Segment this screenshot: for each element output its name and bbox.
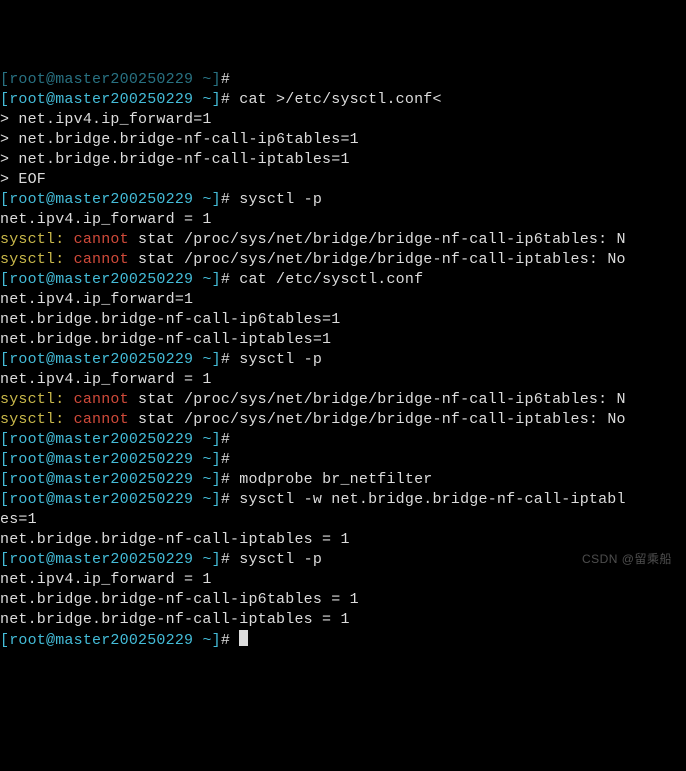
heredoc-line: > net.bridge.bridge-nf-call-ip6tables=1 — [0, 131, 359, 148]
output-line: net.bridge.bridge-nf-call-ip6tables=1 — [0, 311, 340, 328]
csdn-watermark: CSDN @留乘船 — [582, 549, 672, 569]
terminal-line: [root@master200250229 ~]# modprobe br_ne… — [0, 470, 686, 490]
heredoc-line: > net.bridge.bridge-nf-call-iptables=1 — [0, 151, 350, 168]
sysctl-label: sysctl: — [0, 411, 74, 428]
terminal-line: [root@master200250229 ~]# sysctl -w net.… — [0, 490, 686, 510]
terminal-line: [root@master200250229 ~]# sysctl -p — [0, 350, 686, 370]
terminal-line: [root@master200250229 ~]# — [0, 630, 686, 651]
terminal-line: sysctl: cannot stat /proc/sys/net/bridge… — [0, 390, 686, 410]
terminal-line: [root@master200250229 ~]# — [0, 70, 686, 90]
terminal-line: sysctl: cannot stat /proc/sys/net/bridge… — [0, 410, 686, 430]
terminal-line: [root@master200250229 ~]# cat >/etc/sysc… — [0, 90, 686, 110]
output-line: net.bridge.bridge-nf-call-iptables = 1 — [0, 611, 350, 628]
terminal-line: [root@master200250229 ~]# sysctl -p — [0, 190, 686, 210]
output-line: net.ipv4.ip_forward = 1 — [0, 371, 212, 388]
terminal-line: [root@master200250229 ~]# — [0, 430, 686, 450]
terminal-line: net.bridge.bridge-nf-call-ip6tables=1 — [0, 310, 686, 330]
command-text: sysctl -p — [239, 191, 322, 208]
terminal-line: > EOF — [0, 170, 686, 190]
terminal-line: sysctl: cannot stat /proc/sys/net/bridge… — [0, 250, 686, 270]
command-text: modprobe br_netfilter — [239, 471, 432, 488]
heredoc-line: > EOF — [0, 171, 46, 188]
terminal-line: > net.ipv4.ip_forward=1 — [0, 110, 686, 130]
terminal-line: es=1 — [0, 510, 686, 530]
terminal-line: net.bridge.bridge-nf-call-iptables=1 — [0, 330, 686, 350]
terminal-line: net.ipv4.ip_forward = 1 — [0, 210, 686, 230]
error-word: cannot — [74, 251, 129, 268]
command-text: sysctl -p — [239, 351, 322, 368]
terminal-line: > net.bridge.bridge-nf-call-iptables=1 — [0, 150, 686, 170]
cursor — [239, 630, 248, 646]
terminal-line: net.ipv4.ip_forward = 1 — [0, 370, 686, 390]
terminal-line: [root@master200250229 ~]# cat /etc/sysct… — [0, 270, 686, 290]
terminal-line: net.ipv4.ip_forward=1 — [0, 290, 686, 310]
command-text: sysctl -w net.bridge.bridge-nf-call-ipta… — [239, 491, 625, 508]
output-line: es=1 — [0, 511, 37, 528]
output-line: net.bridge.bridge-nf-call-ip6tables = 1 — [0, 591, 359, 608]
error-word: cannot — [74, 411, 129, 428]
error-word: cannot — [74, 231, 129, 248]
terminal-line: sysctl: cannot stat /proc/sys/net/bridge… — [0, 230, 686, 250]
terminal-line: > net.bridge.bridge-nf-call-ip6tables=1 — [0, 130, 686, 150]
output-line: net.ipv4.ip_forward = 1 — [0, 571, 212, 588]
terminal-line: net.bridge.bridge-nf-call-iptables = 1 — [0, 610, 686, 630]
command-text: cat /etc/sysctl.conf — [239, 271, 423, 288]
sysctl-label: sysctl: — [0, 231, 74, 248]
output-line: net.ipv4.ip_forward = 1 — [0, 211, 212, 228]
output-line: net.bridge.bridge-nf-call-iptables = 1 — [0, 531, 350, 548]
output-line: net.bridge.bridge-nf-call-iptables=1 — [0, 331, 331, 348]
terminal-line: [root@master200250229 ~]# — [0, 450, 686, 470]
sysctl-label: sysctl: — [0, 251, 74, 268]
heredoc-line: > net.ipv4.ip_forward=1 — [0, 111, 212, 128]
sysctl-label: sysctl: — [0, 391, 74, 408]
error-word: cannot — [74, 391, 129, 408]
terminal-line: net.bridge.bridge-nf-call-ip6tables = 1 — [0, 590, 686, 610]
terminal-line: net.bridge.bridge-nf-call-iptables = 1 — [0, 530, 686, 550]
output-line: net.ipv4.ip_forward=1 — [0, 291, 193, 308]
command-text: cat >/etc/sysctl.conf< — [239, 91, 441, 108]
terminal-line: net.ipv4.ip_forward = 1 — [0, 570, 686, 590]
command-text: sysctl -p — [239, 551, 322, 568]
